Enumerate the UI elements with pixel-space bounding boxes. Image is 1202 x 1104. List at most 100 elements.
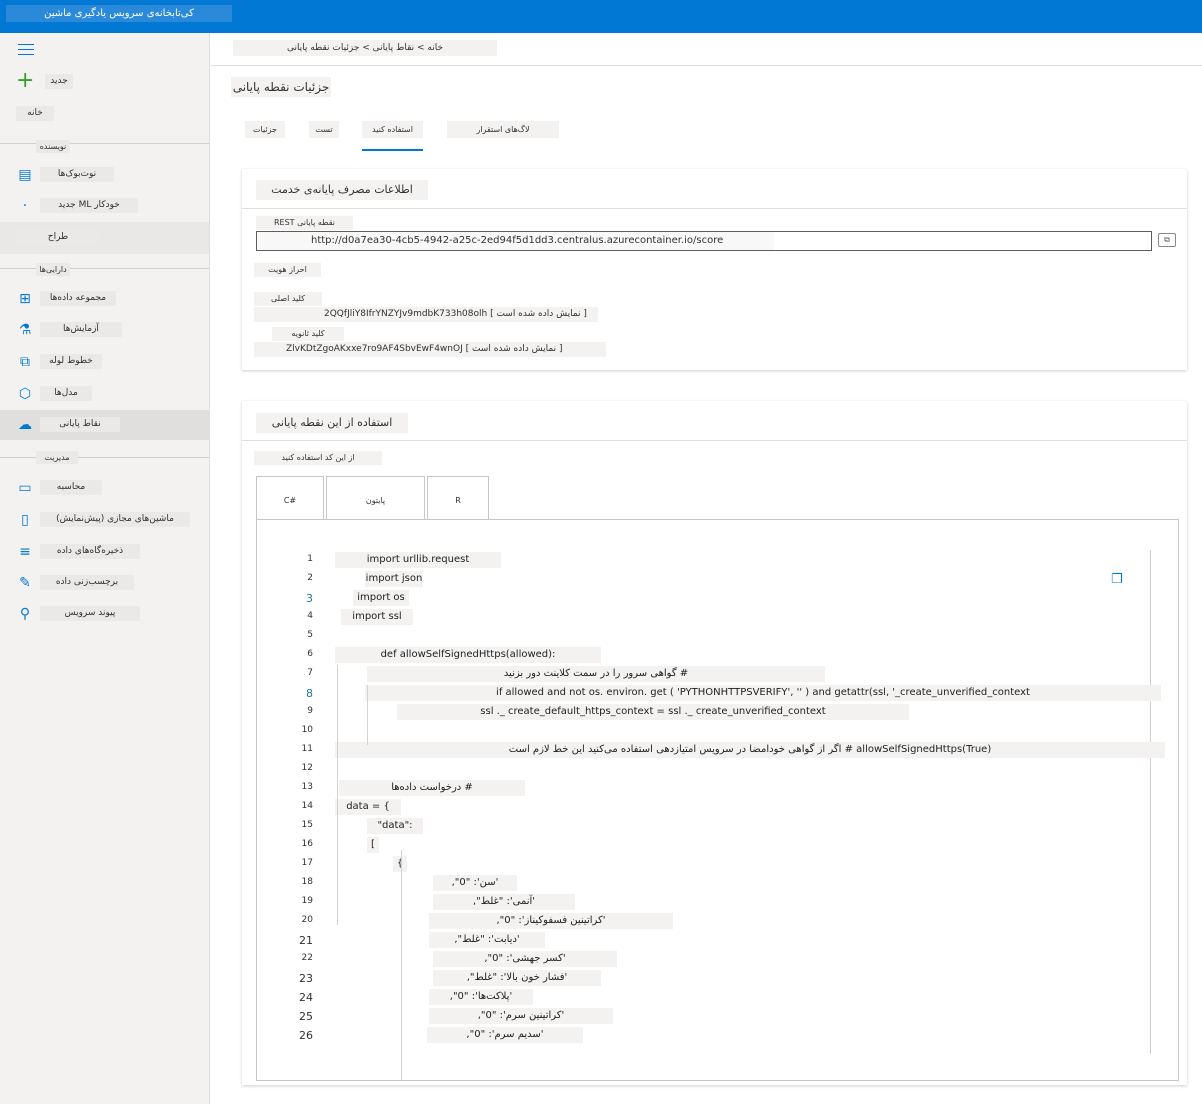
line-number: 22: [301, 953, 313, 963]
sidebar-item-label: خانه: [16, 106, 54, 121]
sidebar-item-datasets[interactable]: ⊞ مجموعه داده‌ها: [0, 284, 209, 314]
sidebar-item-experiments[interactable]: ⚗ آزمایش‌ها: [0, 315, 209, 345]
sidebar-item-vms[interactable]: ▯ ماشین‌های مجازی (پیش‌نمایش): [0, 505, 209, 535]
sidebar-divider: [0, 457, 209, 458]
line-number: 8: [306, 687, 313, 700]
sidebar-item-endpoints[interactable]: ☁ نقاط پایانی: [0, 410, 209, 440]
workspace-title[interactable]: کی‌تابخانه‌ی سرویس یادگیری ماشین: [6, 5, 232, 22]
main-content: خانه > نقاط پایانی > جزئیات نقطه پایانی …: [211, 33, 1202, 1104]
line-number: 20: [301, 915, 313, 925]
sidebar-item-label: نوت‌بوک‌ها: [40, 167, 114, 182]
code-tab-python[interactable]: پایتون: [326, 476, 425, 519]
code-line: 'کراتینین فسفوکیناز': "0",: [429, 913, 673, 929]
code-line: import os: [353, 590, 409, 606]
card-title: استفاده از این نقطه پایانی: [256, 413, 408, 433]
secondary-key-label: کلید ثانویه: [272, 327, 344, 341]
line-number: 26: [299, 1029, 313, 1042]
sidebar-item-compute[interactable]: ▭ محاسبه: [0, 473, 209, 503]
primary-key-value[interactable]: 2QQfJliY8IfrYNZYJv9mdbK733h08olh [ نمایش…: [254, 307, 598, 322]
sidebar-item-labeling[interactable]: ✎ برچسب‌زنی داده: [0, 568, 209, 598]
line-number: 7: [307, 668, 313, 678]
line-number: 10: [301, 725, 313, 735]
line-number: 19: [301, 896, 313, 906]
tab-details[interactable]: جزئیات: [245, 121, 285, 138]
copy-icon[interactable]: ⧉: [1158, 233, 1176, 247]
sidebar-item-designer[interactable]: طراح: [0, 222, 209, 254]
card-title: اطلاعات مصرف پایانه‌ی خدمت: [256, 180, 428, 200]
code-line: {: [393, 856, 407, 872]
line-number: 25: [299, 1010, 313, 1023]
section-author: نویسنده: [36, 140, 70, 153]
pipeline-icon: ⧉: [20, 354, 30, 370]
sidebar-divider: [0, 268, 209, 269]
sidebar-item-label: محاسبه: [40, 480, 102, 495]
tab-deployment-logs[interactable]: لاگ‌های استقرار: [447, 121, 559, 138]
sidebar-item-label: مدل‌ها: [40, 386, 92, 401]
vm-icon: ▯: [21, 512, 29, 528]
card-divider: [242, 440, 1187, 441]
code-line: 'پلاکت‌ها': "0",: [429, 989, 533, 1005]
code-lines: ❐ 1 import urllib.request 2 import json 3 imp…: [257, 520, 1178, 1080]
sidebar: + جدید خانه نویسنده ▤ نوت‌بوک‌ها · خودکا…: [0, 33, 210, 1104]
code-tab-csharp[interactable]: C#: [256, 476, 324, 519]
code-tab-r[interactable]: R: [427, 476, 489, 519]
hamburger-menu-icon[interactable]: [18, 44, 34, 55]
indent-guide: [367, 685, 368, 745]
scrollbar[interactable]: [1150, 550, 1151, 1054]
rest-endpoint-label: نقطه پایانی REST: [256, 216, 353, 230]
tab-consume[interactable]: استفاده کنید: [362, 121, 423, 151]
line-number: 12: [301, 763, 313, 773]
code-line: [: [367, 837, 379, 853]
sidebar-item-linked-services[interactable]: ⚲ پیوند سرویس: [0, 599, 209, 629]
line-number: 17: [301, 858, 313, 868]
flask-icon: ⚗: [18, 322, 32, 338]
sidebar-item-label: ماشین‌های مجازی (پیش‌نمایش): [40, 512, 190, 527]
linked-service-icon: ⚲: [19, 606, 31, 622]
page-title: جزئیات نقطه پایانی: [231, 77, 331, 97]
sidebar-item-label: مجموعه داده‌ها: [40, 291, 116, 306]
code-line: # گواهی سرور را در سمت کلاینت دور بزنید: [367, 666, 825, 682]
code-line: import urllib.request: [335, 552, 501, 568]
sidebar-item-notebooks[interactable]: ▤ نوت‌بوک‌ها: [0, 160, 209, 190]
sidebar-item-label: جدید: [45, 74, 73, 89]
code-line: def allowSelfSignedHttps(allowed):: [335, 647, 601, 663]
header-divider: [211, 65, 1202, 66]
sidebar-item-new[interactable]: جدید: [0, 67, 209, 97]
sidebar-item-datastores[interactable]: ≡ ذخیره‌گاه‌های داده: [0, 537, 209, 567]
line-number: 11: [301, 744, 313, 754]
copy-icon[interactable]: ❐: [1111, 572, 1127, 588]
sidebar-item-label: ذخیره‌گاه‌های داده: [40, 544, 140, 559]
cube-icon: ⬡: [18, 386, 32, 402]
consume-code-card: استفاده از این نقطه پایانی از این کد است…: [242, 401, 1187, 1085]
sidebar-item-models[interactable]: ⬡ مدل‌ها: [0, 379, 209, 409]
sidebar-item-label: خطوط لوله: [40, 354, 102, 369]
line-number: 5: [307, 630, 313, 640]
breadcrumb[interactable]: خانه > نقاط پایانی > جزئیات نقطه پایانی: [233, 40, 497, 56]
tab-test[interactable]: تست: [309, 121, 339, 138]
code-line: 'آنمی': "غلط",: [433, 894, 575, 910]
sidebar-divider: [0, 143, 209, 144]
endpoint-icon: ☁: [18, 417, 32, 433]
labeling-icon: ✎: [19, 575, 31, 591]
code-line: # درخواست داده‌ها: [339, 780, 525, 796]
line-number: 15: [301, 820, 313, 830]
secondary-key-value[interactable]: ZlvKDtZgoAKxxe7ro9AF4SbvEwF4wnOJ [ نمایش…: [254, 342, 606, 357]
line-number: 24: [299, 991, 313, 1004]
sidebar-item-label: برچسب‌زنی داده: [40, 575, 134, 590]
line-number: 1: [307, 554, 313, 564]
sidebar-item-label: پیوند سرویس: [40, 606, 140, 621]
sidebar-item-home[interactable]: خانه: [0, 99, 209, 129]
rest-endpoint-field[interactable]: http://d0a7ea30-4cb5-4942-a25c-2ed94f5d1…: [256, 231, 1152, 251]
code-line: 'سدیم سرم': "0",: [427, 1027, 583, 1043]
automl-icon: ·: [22, 198, 28, 214]
code-line: import json: [365, 571, 423, 587]
code-editor[interactable]: ❐ 1 import urllib.request 2 import json 3 imp…: [256, 519, 1179, 1081]
sidebar-item-label: خودکار ML جدید: [40, 198, 138, 213]
section-manage: مدیریت: [36, 451, 78, 464]
line-number: 6: [307, 649, 313, 659]
indent-guide: [401, 850, 402, 1080]
sidebar-item-automl[interactable]: · خودکار ML جدید: [0, 191, 209, 221]
line-number: 23: [299, 972, 313, 985]
sidebar-item-pipelines[interactable]: ⧉ خطوط لوله: [0, 347, 209, 377]
code-line: import ssl: [341, 609, 413, 625]
